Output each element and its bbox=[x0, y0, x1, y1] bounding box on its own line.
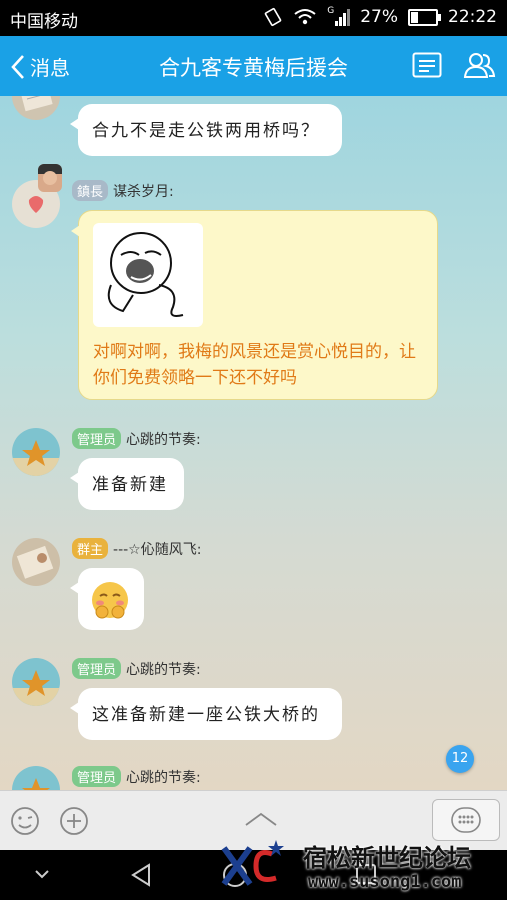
forum-logo-mark bbox=[221, 840, 284, 886]
message-bubble[interactable]: 对啊对啊，我梅的风景还是赏心悦目的，让你们免费领略一下还不好吗 bbox=[71, 210, 438, 400]
status-bar: 中国移动 G 27% 22:22 bbox=[0, 0, 507, 36]
avatar[interactable] bbox=[12, 428, 60, 476]
battery-percent: 27% bbox=[360, 7, 398, 27]
sender-line: 管理员 心跳的节奏: bbox=[72, 658, 201, 679]
avatar[interactable] bbox=[12, 538, 60, 586]
sender-name[interactable]: 心跳的节奏: bbox=[126, 429, 201, 449]
group-members-icon[interactable] bbox=[462, 50, 496, 80]
group-file-icon[interactable] bbox=[412, 52, 442, 78]
chat-area[interactable]: 合九不是走公铁两用桥吗？ 鎮長 谋杀岁月: 对啊对啊，我梅的风景还是赏心悦目的，… bbox=[0, 96, 507, 790]
avatar[interactable] bbox=[12, 766, 60, 790]
message-text: 准备新建 bbox=[92, 475, 168, 495]
sender-line: 鎮長 谋杀岁月: bbox=[72, 180, 174, 201]
role-tag: 管理员 bbox=[72, 766, 122, 787]
keyboard-icon bbox=[451, 807, 481, 833]
sender-line: 管理员 心跳的节奏: bbox=[72, 766, 201, 787]
emoji-icon[interactable] bbox=[10, 806, 40, 836]
message-bubble[interactable]: 合九不是走公铁两用桥吗？ bbox=[70, 104, 342, 156]
chevron-down-icon[interactable] bbox=[34, 868, 50, 880]
watermark-url: www.susong1.com bbox=[308, 872, 462, 892]
message-text: 这准备新建一座公铁大桥的 bbox=[92, 705, 320, 725]
role-tag: 群主 bbox=[72, 538, 109, 559]
message-bubble[interactable]: 这准备新建一座公铁大桥的 bbox=[70, 688, 342, 740]
clock: 22:22 bbox=[448, 7, 497, 27]
message-bubble[interactable]: 准备新建 bbox=[70, 458, 184, 510]
message-text: 对啊对啊，我梅的风景还是赏心悦目的，让你们免费领略一下还不好吗 bbox=[93, 342, 416, 388]
message-text: 合九不是走公铁两用桥吗？ bbox=[92, 121, 320, 141]
shy-face-emoji bbox=[92, 582, 128, 619]
sender-name[interactable]: 心跳的节奏: bbox=[126, 767, 201, 787]
vibrate-icon bbox=[264, 8, 282, 26]
carrier-name: 中国移动 bbox=[10, 12, 78, 32]
sender-name[interactable]: ---☆伈随风飞: bbox=[113, 539, 201, 559]
unread-count-badge[interactable]: 12 bbox=[446, 745, 474, 773]
nav-back-icon[interactable] bbox=[130, 863, 152, 887]
plus-icon[interactable] bbox=[59, 806, 89, 836]
avatar[interactable] bbox=[12, 658, 60, 706]
sender-line: 群主 ---☆伈随风飞: bbox=[72, 538, 201, 559]
expand-up-icon[interactable] bbox=[244, 811, 278, 827]
meme-face-sticker[interactable] bbox=[93, 223, 203, 327]
message-bubble[interactable] bbox=[70, 568, 144, 630]
wifi-icon bbox=[294, 9, 316, 25]
sender-name[interactable]: 心跳的节奏: bbox=[126, 659, 201, 679]
battery-icon bbox=[408, 8, 441, 26]
avatar[interactable] bbox=[12, 96, 60, 120]
sender-line: 管理员 心跳的节奏: bbox=[72, 428, 201, 449]
status-icons: G 27% 22:22 bbox=[263, 6, 497, 27]
title-bar: 消息 合九客专黄梅后援会 bbox=[0, 36, 507, 96]
role-tag: 管理员 bbox=[72, 658, 122, 679]
role-tag: 管理员 bbox=[72, 428, 122, 449]
network-type-label: G bbox=[327, 6, 335, 16]
watermark-title: 宿松新世纪论坛 bbox=[303, 843, 471, 872]
keyboard-toggle-button[interactable] bbox=[432, 799, 500, 841]
signal-icon: G bbox=[327, 6, 351, 26]
sender-photo bbox=[38, 164, 62, 192]
role-tag: 鎮長 bbox=[72, 180, 109, 201]
sender-name[interactable]: 谋杀岁月: bbox=[113, 181, 174, 201]
